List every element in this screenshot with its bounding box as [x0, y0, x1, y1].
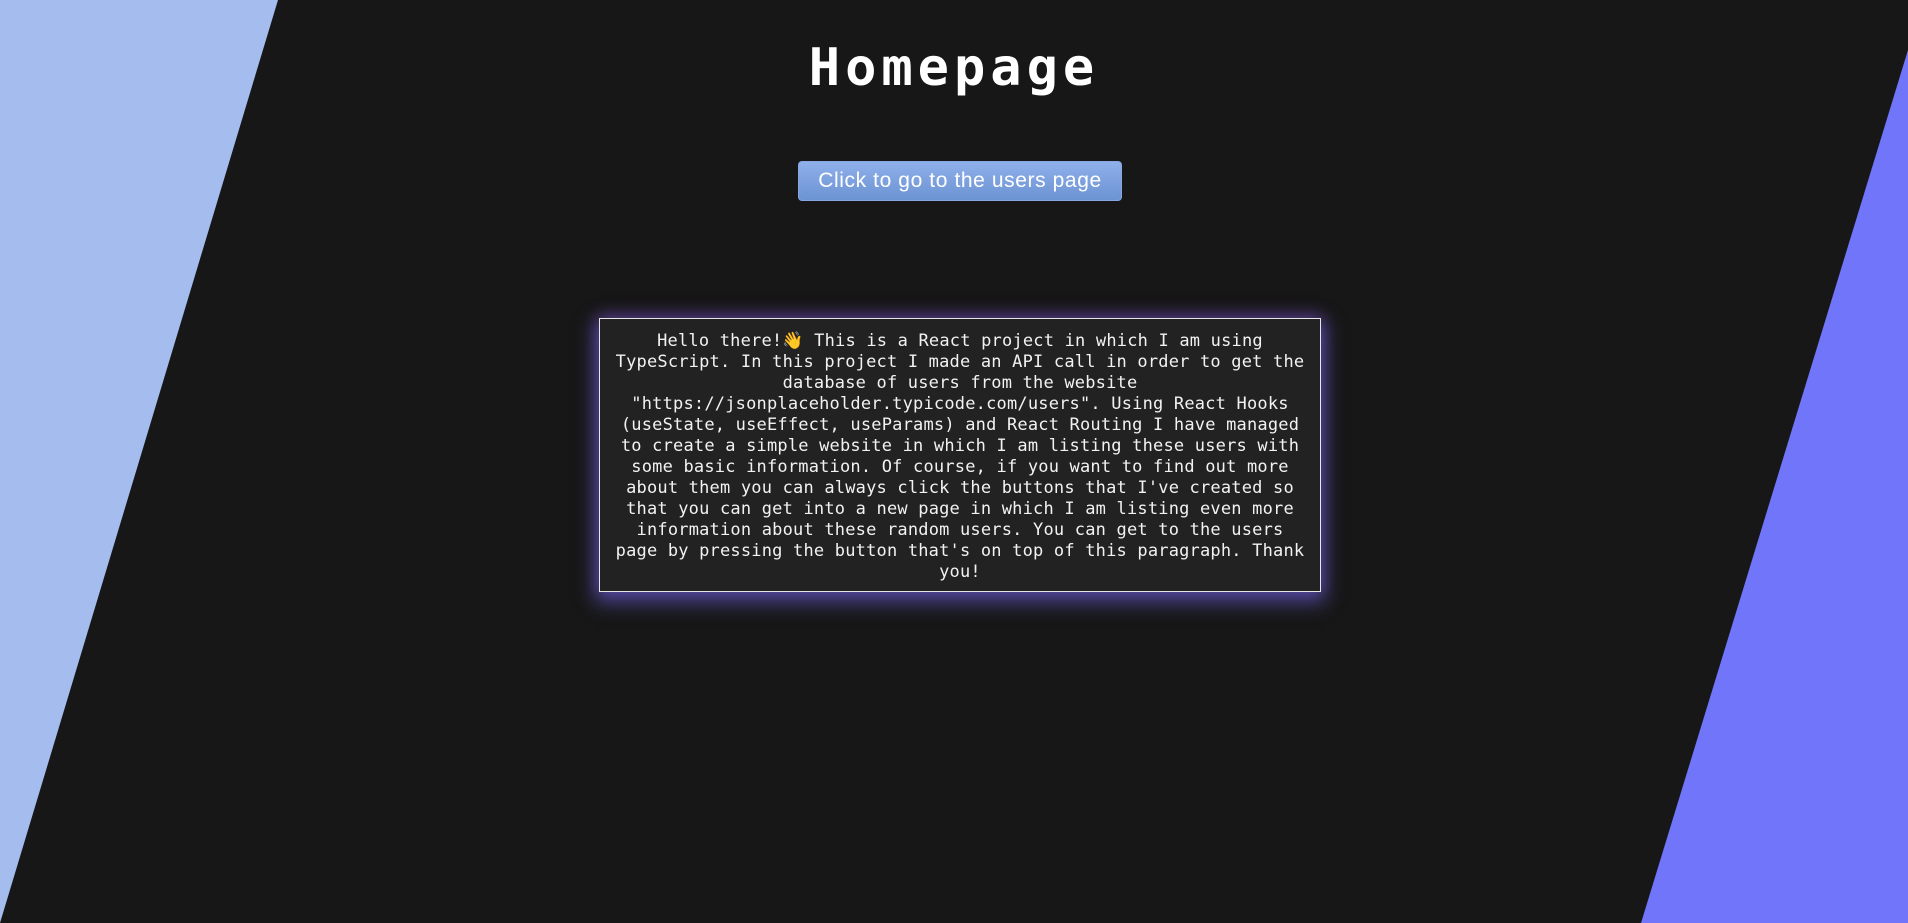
- intro-paragraph: Hello there!👋 This is a React project in…: [599, 318, 1321, 592]
- page-title: Homepage: [808, 38, 1100, 98]
- go-to-users-button[interactable]: Click to go to the users page: [798, 161, 1122, 201]
